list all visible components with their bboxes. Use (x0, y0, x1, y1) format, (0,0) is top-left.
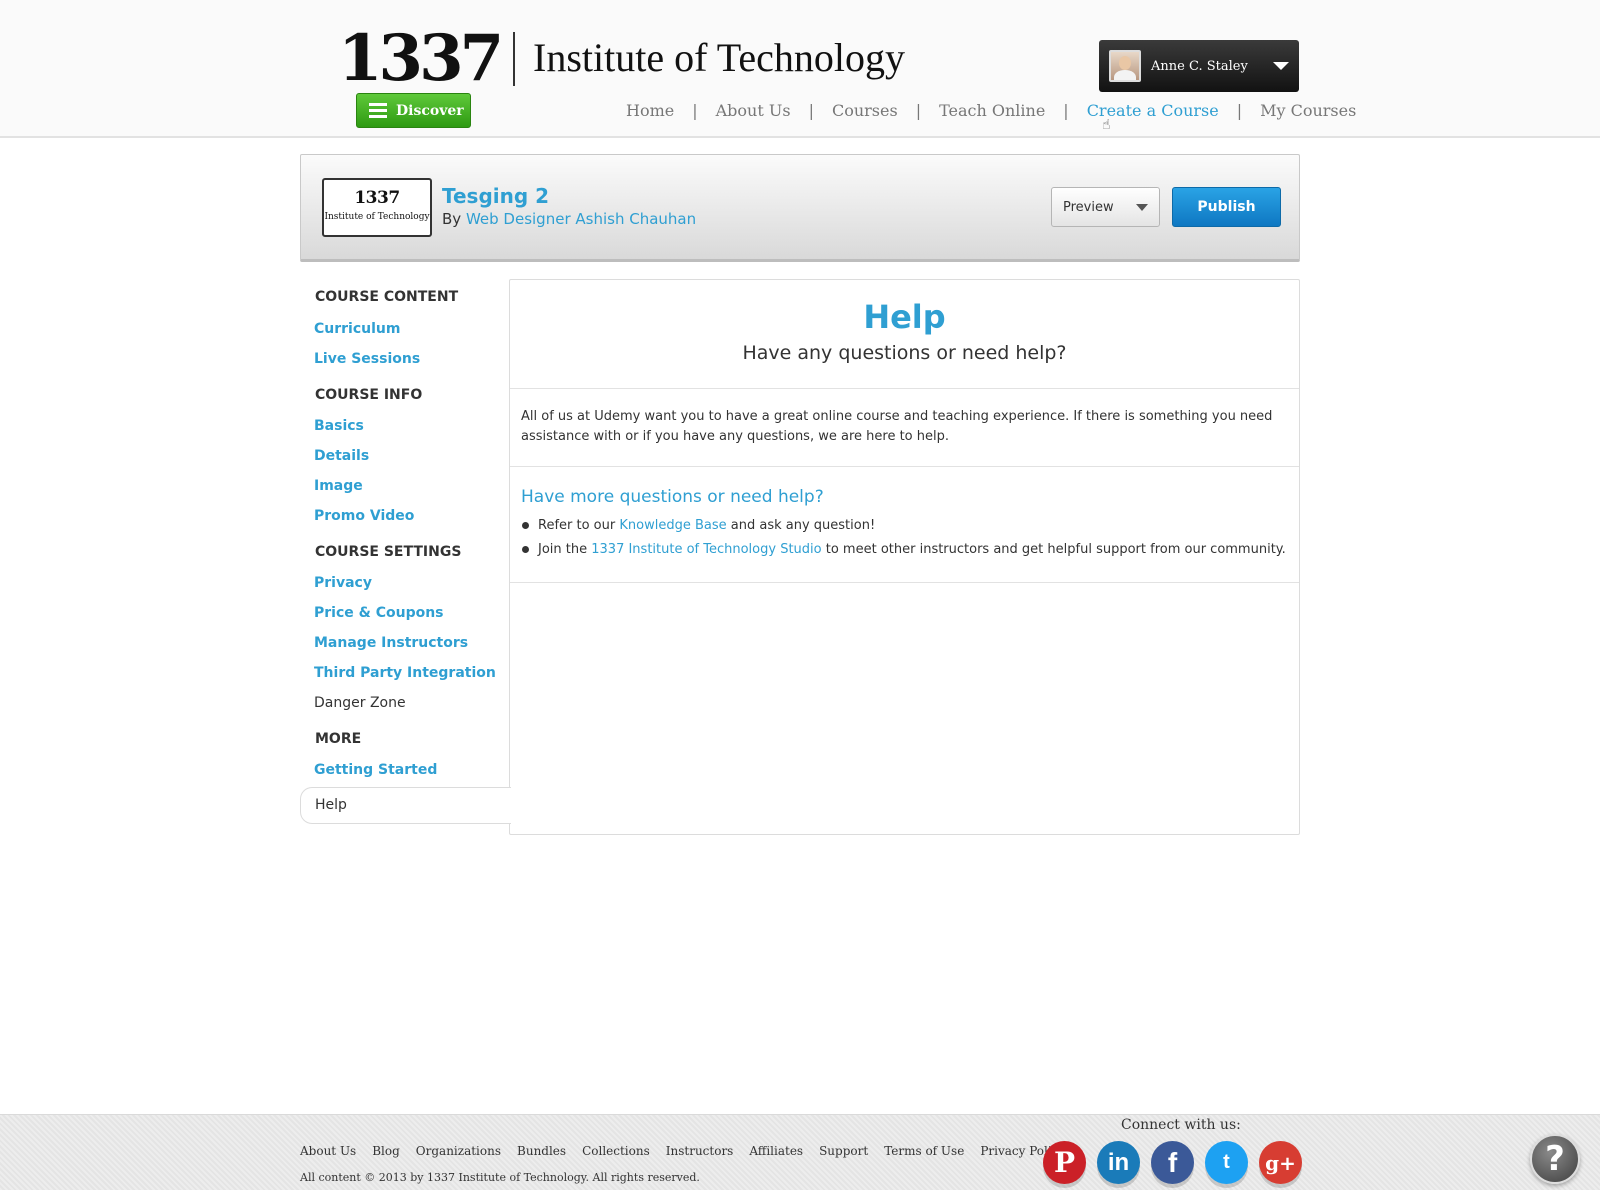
list-item-text: and ask any question! (730, 518, 876, 533)
site-header: 1337 Institute of Technology Discover An… (0, 0, 1600, 138)
chevron-down-icon (1136, 203, 1148, 211)
page-title: Help (863, 298, 946, 336)
chevron-down-icon (1273, 62, 1289, 70)
discover-button[interactable]: Discover (356, 93, 471, 128)
logo-text[interactable]: Institute of Technology (533, 34, 905, 82)
list-item: Refer to our Knowledge Base and ask any … (521, 517, 1286, 541)
nav-separator: | (808, 101, 814, 120)
heading-course-settings: COURSE SETTINGS (315, 544, 462, 560)
twitter-icon[interactable]: t (1205, 1141, 1248, 1184)
preview-label: Preview (1063, 199, 1114, 215)
footer-link-terms-of-use[interactable]: Terms of Use (884, 1144, 964, 1158)
sidebar-item-price-coupons[interactable]: Price & Coupons (300, 598, 510, 628)
page-subtitle: Have any questions or need help? (742, 342, 1067, 364)
top-nav: Home | About Us | Courses | Teach Online… (626, 101, 1356, 120)
nav-separator: | (915, 101, 922, 120)
thumb-logo-number: 1337 (354, 188, 400, 208)
list-item-text: Refer to our (538, 518, 616, 533)
thumb-logo-text: Institute of Technology (324, 212, 430, 222)
divider (510, 388, 1299, 389)
sidebar-item-getting-started[interactable]: Getting Started (300, 755, 510, 785)
heading-more: MORE (315, 731, 362, 747)
sidebar-item-live-sessions[interactable]: Live Sessions (300, 344, 510, 374)
help-resources-list: Refer to our Knowledge Base and ask any … (521, 517, 1286, 565)
sidebar-item-promo-video[interactable]: Promo Video (300, 501, 510, 531)
facebook-icon[interactable]: f (1151, 1141, 1194, 1184)
sidebar-item-danger-zone[interactable]: Danger Zone (300, 688, 510, 718)
studio-link[interactable]: 1337 Institute of Technology Studio (591, 542, 821, 557)
logo-number[interactable]: 1337 (338, 20, 504, 98)
author-link[interactable]: Web Designer Ashish Chauhan (466, 210, 696, 228)
sidebar-item-manage-instructors[interactable]: Manage Instructors (300, 628, 510, 658)
list-item: Join the 1337 Institute of Technology St… (521, 541, 1286, 565)
nav-courses[interactable]: Courses (832, 101, 898, 120)
pinterest-icon[interactable]: P (1043, 1141, 1086, 1184)
heading-course-content: COURSE CONTENT (315, 289, 459, 305)
nav-teach-online[interactable]: Teach Online (939, 101, 1045, 120)
copyright-text: All content © 2013 by 1337 Institute of … (300, 1171, 700, 1184)
sidebar-item-third-party-integration[interactable]: Third Party Integration (300, 658, 510, 688)
sidebar-item-details[interactable]: Details (300, 441, 510, 471)
logo-divider (513, 32, 515, 86)
footer-link-instructors[interactable]: Instructors (666, 1144, 734, 1158)
sidebar-item-basics[interactable]: Basics (300, 411, 510, 441)
nav-home[interactable]: Home (626, 101, 674, 120)
hand-cursor-icon: ☝ (1102, 117, 1111, 133)
nav-my-courses[interactable]: My Courses (1260, 101, 1356, 120)
menu-icon (369, 103, 387, 118)
footer-link-blog[interactable]: Blog (372, 1144, 400, 1158)
course-thumbnail[interactable]: 1337 Institute of Technology (322, 178, 432, 237)
connect-label: Connect with us: (1121, 1117, 1241, 1133)
footer-link-organizations[interactable]: Organizations (416, 1144, 501, 1158)
discover-label: Discover (396, 102, 464, 119)
course-sidebar: COURSE CONTENT Curriculum Live Sessions … (300, 278, 511, 824)
course-byline: By Web Designer Ashish Chauhan (442, 210, 696, 228)
google-plus-icon[interactable]: g+ (1259, 1141, 1302, 1184)
publish-button[interactable]: Publish (1172, 187, 1281, 227)
nav-separator: | (1236, 101, 1243, 120)
more-help-heading: Have more questions or need help? (521, 487, 824, 507)
nav-separator: | (1063, 101, 1069, 120)
avatar (1109, 50, 1141, 82)
help-question-icon[interactable]: ? (1530, 1134, 1580, 1184)
user-name: Anne C. Staley (1151, 58, 1248, 74)
help-panel: Help Have any questions or need help? Al… (509, 279, 1300, 835)
sidebar-item-image[interactable]: Image (300, 471, 510, 501)
list-item-text: Join the (538, 542, 588, 557)
nav-separator: | (692, 101, 698, 120)
footer-link-support[interactable]: Support (819, 1144, 868, 1158)
sidebar-item-privacy[interactable]: Privacy (300, 568, 510, 598)
course-title[interactable]: Tesging 2 (442, 184, 549, 208)
site-footer: About Us Blog Organizations Bundles Coll… (0, 1114, 1600, 1190)
help-intro-text: All of us at Udemy want you to have a gr… (521, 409, 1273, 444)
social-links: P in f t g+ (1043, 1141, 1302, 1184)
course-header-bar: 1337 Institute of Technology Tesging 2 B… (300, 154, 1300, 262)
divider (510, 582, 1299, 583)
heading-course-info: COURSE INFO (315, 387, 423, 403)
list-item-text: to meet other instructors and get helpfu… (825, 542, 1286, 557)
knowledge-base-link[interactable]: Knowledge Base (619, 518, 726, 533)
by-label: By (442, 210, 462, 228)
linkedin-icon[interactable]: in (1097, 1141, 1140, 1184)
footer-link-affiliates[interactable]: Affiliates (749, 1144, 803, 1158)
nav-about-us[interactable]: About Us (716, 101, 791, 120)
user-menu-dropdown[interactable]: Anne C. Staley (1099, 40, 1299, 92)
sidebar-item-help[interactable]: Help (300, 787, 511, 824)
footer-link-about-us[interactable]: About Us (300, 1144, 356, 1158)
footer-link-collections[interactable]: Collections (582, 1144, 650, 1158)
footer-link-bundles[interactable]: Bundles (517, 1144, 566, 1158)
divider (510, 466, 1299, 467)
sidebar-item-curriculum[interactable]: Curriculum (300, 314, 510, 344)
preview-dropdown[interactable]: Preview (1051, 187, 1160, 227)
footer-links: About Us Blog Organizations Bundles Coll… (300, 1144, 1081, 1158)
